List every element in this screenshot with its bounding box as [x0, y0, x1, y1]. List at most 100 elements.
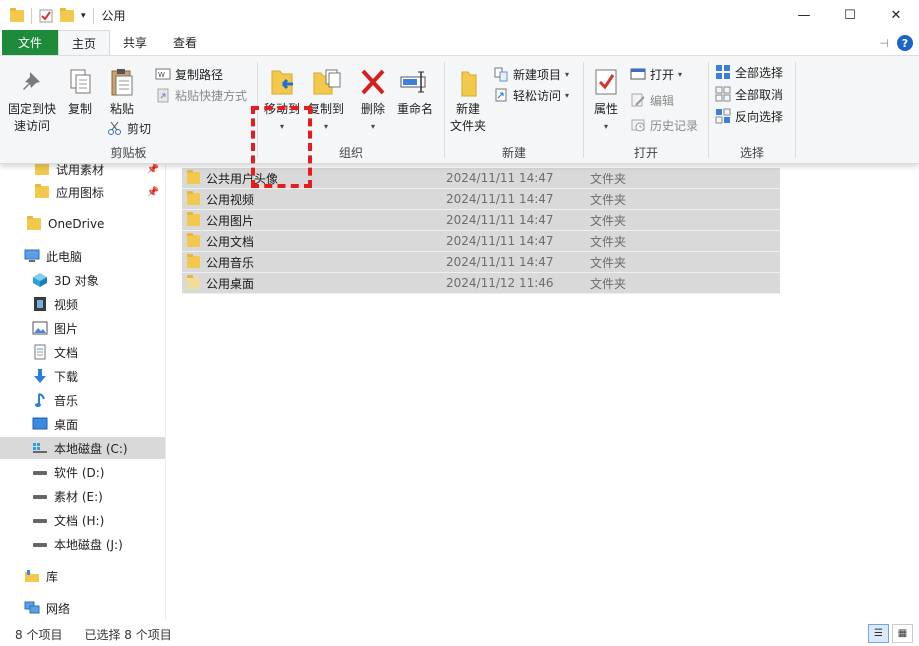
open-icon: [630, 68, 646, 80]
file-name: 公用视频: [206, 192, 255, 207]
edit-label: 编辑: [650, 93, 675, 108]
group-label-open: 打开: [633, 146, 658, 160]
nav-label: 本地磁盘 (J:): [54, 537, 123, 552]
customize-toolbar-icon[interactable]: ▾: [81, 11, 86, 21]
pin-ribbon-icon[interactable]: ⊣: [879, 37, 889, 50]
new-folder-icon[interactable]: [60, 7, 74, 22]
group-open: 属性 ▾ 打开 ▾ 编辑 历史记录 打开: [584, 56, 708, 164]
toolbar-divider: [31, 7, 32, 24]
video-icon: [34, 297, 46, 311]
tab-home[interactable]: 主页: [58, 30, 111, 55]
nav-item-desktop[interactable]: 桌面: [0, 413, 165, 435]
pin-quick-access-button[interactable]: 固定到快 速访问: [6, 66, 58, 135]
nav-item-music[interactable]: 音乐: [0, 389, 165, 411]
large-icons-view-icon: ▦: [897, 628, 908, 639]
easy-access-button[interactable]: 轻松访问 ▾: [493, 85, 569, 105]
nav-item-quick-2[interactable]: 应用图标 📌: [0, 181, 165, 203]
file-row[interactable]: 公用桌面 2024/11/12 11:46 文件夹: [182, 273, 780, 294]
nav-label: 视频: [54, 297, 79, 312]
nav-item-library[interactable]: 库: [0, 565, 165, 587]
nav-item-drive-h[interactable]: 文档 (H:): [0, 509, 165, 531]
cut-label: 剪切: [127, 121, 152, 136]
new-folder-button[interactable]: 新建 文件夹: [447, 66, 489, 135]
paste-icon: [111, 69, 133, 96]
cut-button[interactable]: 剪切: [107, 118, 151, 138]
nav-item-onedrive[interactable]: OneDrive: [0, 213, 165, 235]
maximize-button[interactable]: ☐: [827, 0, 873, 31]
nav-item-network[interactable]: 网络: [0, 597, 165, 619]
nav-item-this-pc[interactable]: 此电脑: [0, 245, 165, 267]
select-all-icon: [716, 65, 730, 79]
nav-item-drive-j[interactable]: 本地磁盘 (J:): [0, 533, 165, 555]
onedrive-folder-icon: [27, 216, 41, 230]
properties-check-icon[interactable]: [39, 9, 53, 23]
copy-path-button[interactable]: W 复制路径: [155, 64, 223, 84]
pane-divider[interactable]: [165, 164, 166, 620]
navigation-pane[interactable]: 试用素材 📌 应用图标 📌 OneDrive 此电脑 3D 对象 视频 图片 文…: [0, 164, 165, 620]
group-label-clipboard: 剪贴板: [110, 146, 147, 160]
nav-item-drive-e[interactable]: 素材 (E:): [0, 485, 165, 507]
desktop-icon: [32, 417, 48, 430]
tab-share[interactable]: 共享: [110, 30, 160, 55]
ribbon-home: 固定到快 速访问 复制 粘贴 W 复制路径 粘贴快捷方式 剪切 剪贴板 移动到: [0, 56, 919, 188]
file-type: 文件夹: [590, 192, 627, 207]
nav-item-drive-c[interactable]: 本地磁盘 (C:): [0, 437, 165, 459]
group-label-new: 新建: [501, 146, 526, 160]
nav-label: 素材 (E:): [54, 489, 103, 504]
paste-label: 粘贴: [109, 102, 134, 116]
folder-icon: [187, 191, 200, 205]
file-row[interactable]: 公用文档 2024/11/11 14:47 文件夹: [182, 231, 780, 252]
details-view-button[interactable]: ☰: [868, 624, 889, 643]
paste-button[interactable]: 粘贴: [103, 66, 141, 118]
minimize-button[interactable]: —: [781, 0, 827, 31]
nav-item-quick-1[interactable]: 试用素材 📌: [0, 164, 165, 180]
title-bar: ▾ 公用 — ☐ ✕: [0, 0, 919, 31]
open-button[interactable]: 打开 ▾: [630, 64, 682, 84]
properties-button[interactable]: 属性 ▾: [588, 66, 624, 135]
nav-item-pictures[interactable]: 图片: [0, 317, 165, 339]
nav-item-drive-d[interactable]: 软件 (D:): [0, 461, 165, 483]
drive-icon: [33, 471, 47, 475]
tab-view[interactable]: 查看: [160, 30, 210, 55]
window-controls: — ☐ ✕: [781, 0, 919, 31]
nav-item-documents[interactable]: 文档: [0, 341, 165, 363]
rename-label: 重命名: [396, 102, 433, 116]
file-row[interactable]: 公用视频 2024/11/11 14:47 文件夹: [182, 189, 780, 210]
edit-button[interactable]: 编辑: [630, 90, 674, 110]
pin-label-line1: 固定到快: [7, 102, 56, 116]
nav-label: 文档 (H:): [54, 513, 105, 528]
paste-shortcut-button[interactable]: 粘贴快捷方式: [155, 85, 247, 105]
tab-file[interactable]: 文件: [2, 30, 59, 55]
copy-button[interactable]: 复制: [62, 66, 98, 118]
nav-item-videos[interactable]: 视频: [0, 293, 165, 315]
new-item-button[interactable]: 新建项目 ▾: [493, 64, 569, 84]
nav-item-3d-objects[interactable]: 3D 对象: [0, 269, 165, 291]
move-to-highlight: [251, 106, 312, 188]
file-date: 2024/11/11 14:47: [446, 192, 554, 206]
close-button[interactable]: ✕: [873, 0, 919, 31]
status-bar: 8 个项目 已选择 8 个项目 ☰ ▦: [0, 622, 919, 646]
delete-button[interactable]: 删除 ▾: [354, 66, 392, 135]
edit-icon: [631, 93, 645, 107]
item-count: 8 个项目: [15, 627, 63, 642]
history-button[interactable]: 历史记录: [630, 115, 698, 135]
help-icon[interactable]: ?: [897, 35, 913, 51]
file-name: 公用图片: [206, 213, 255, 228]
nav-label: 软件 (D:): [54, 465, 105, 480]
file-row[interactable]: 公用图片 2024/11/11 14:47 文件夹: [182, 210, 780, 231]
folder-icon: [187, 212, 200, 226]
file-row[interactable]: 公用音乐 2024/11/11 14:47 文件夹: [182, 252, 780, 273]
file-type: 文件夹: [590, 213, 627, 228]
rename-button[interactable]: 重命名: [394, 66, 436, 118]
select-none-button[interactable]: 全部取消: [715, 84, 783, 104]
3d-objects-icon: [33, 273, 47, 287]
nav-label: 音乐: [54, 393, 79, 408]
file-type: 文件夹: [590, 255, 627, 270]
select-none-label: 全部取消: [735, 87, 784, 102]
nav-label: 下载: [54, 369, 79, 384]
history-label: 历史记录: [650, 118, 699, 133]
nav-item-downloads[interactable]: 下载: [0, 365, 165, 387]
select-all-button[interactable]: 全部选择: [715, 62, 783, 82]
invert-selection-button[interactable]: 反向选择: [715, 106, 783, 126]
large-icons-view-button[interactable]: ▦: [892, 624, 913, 643]
